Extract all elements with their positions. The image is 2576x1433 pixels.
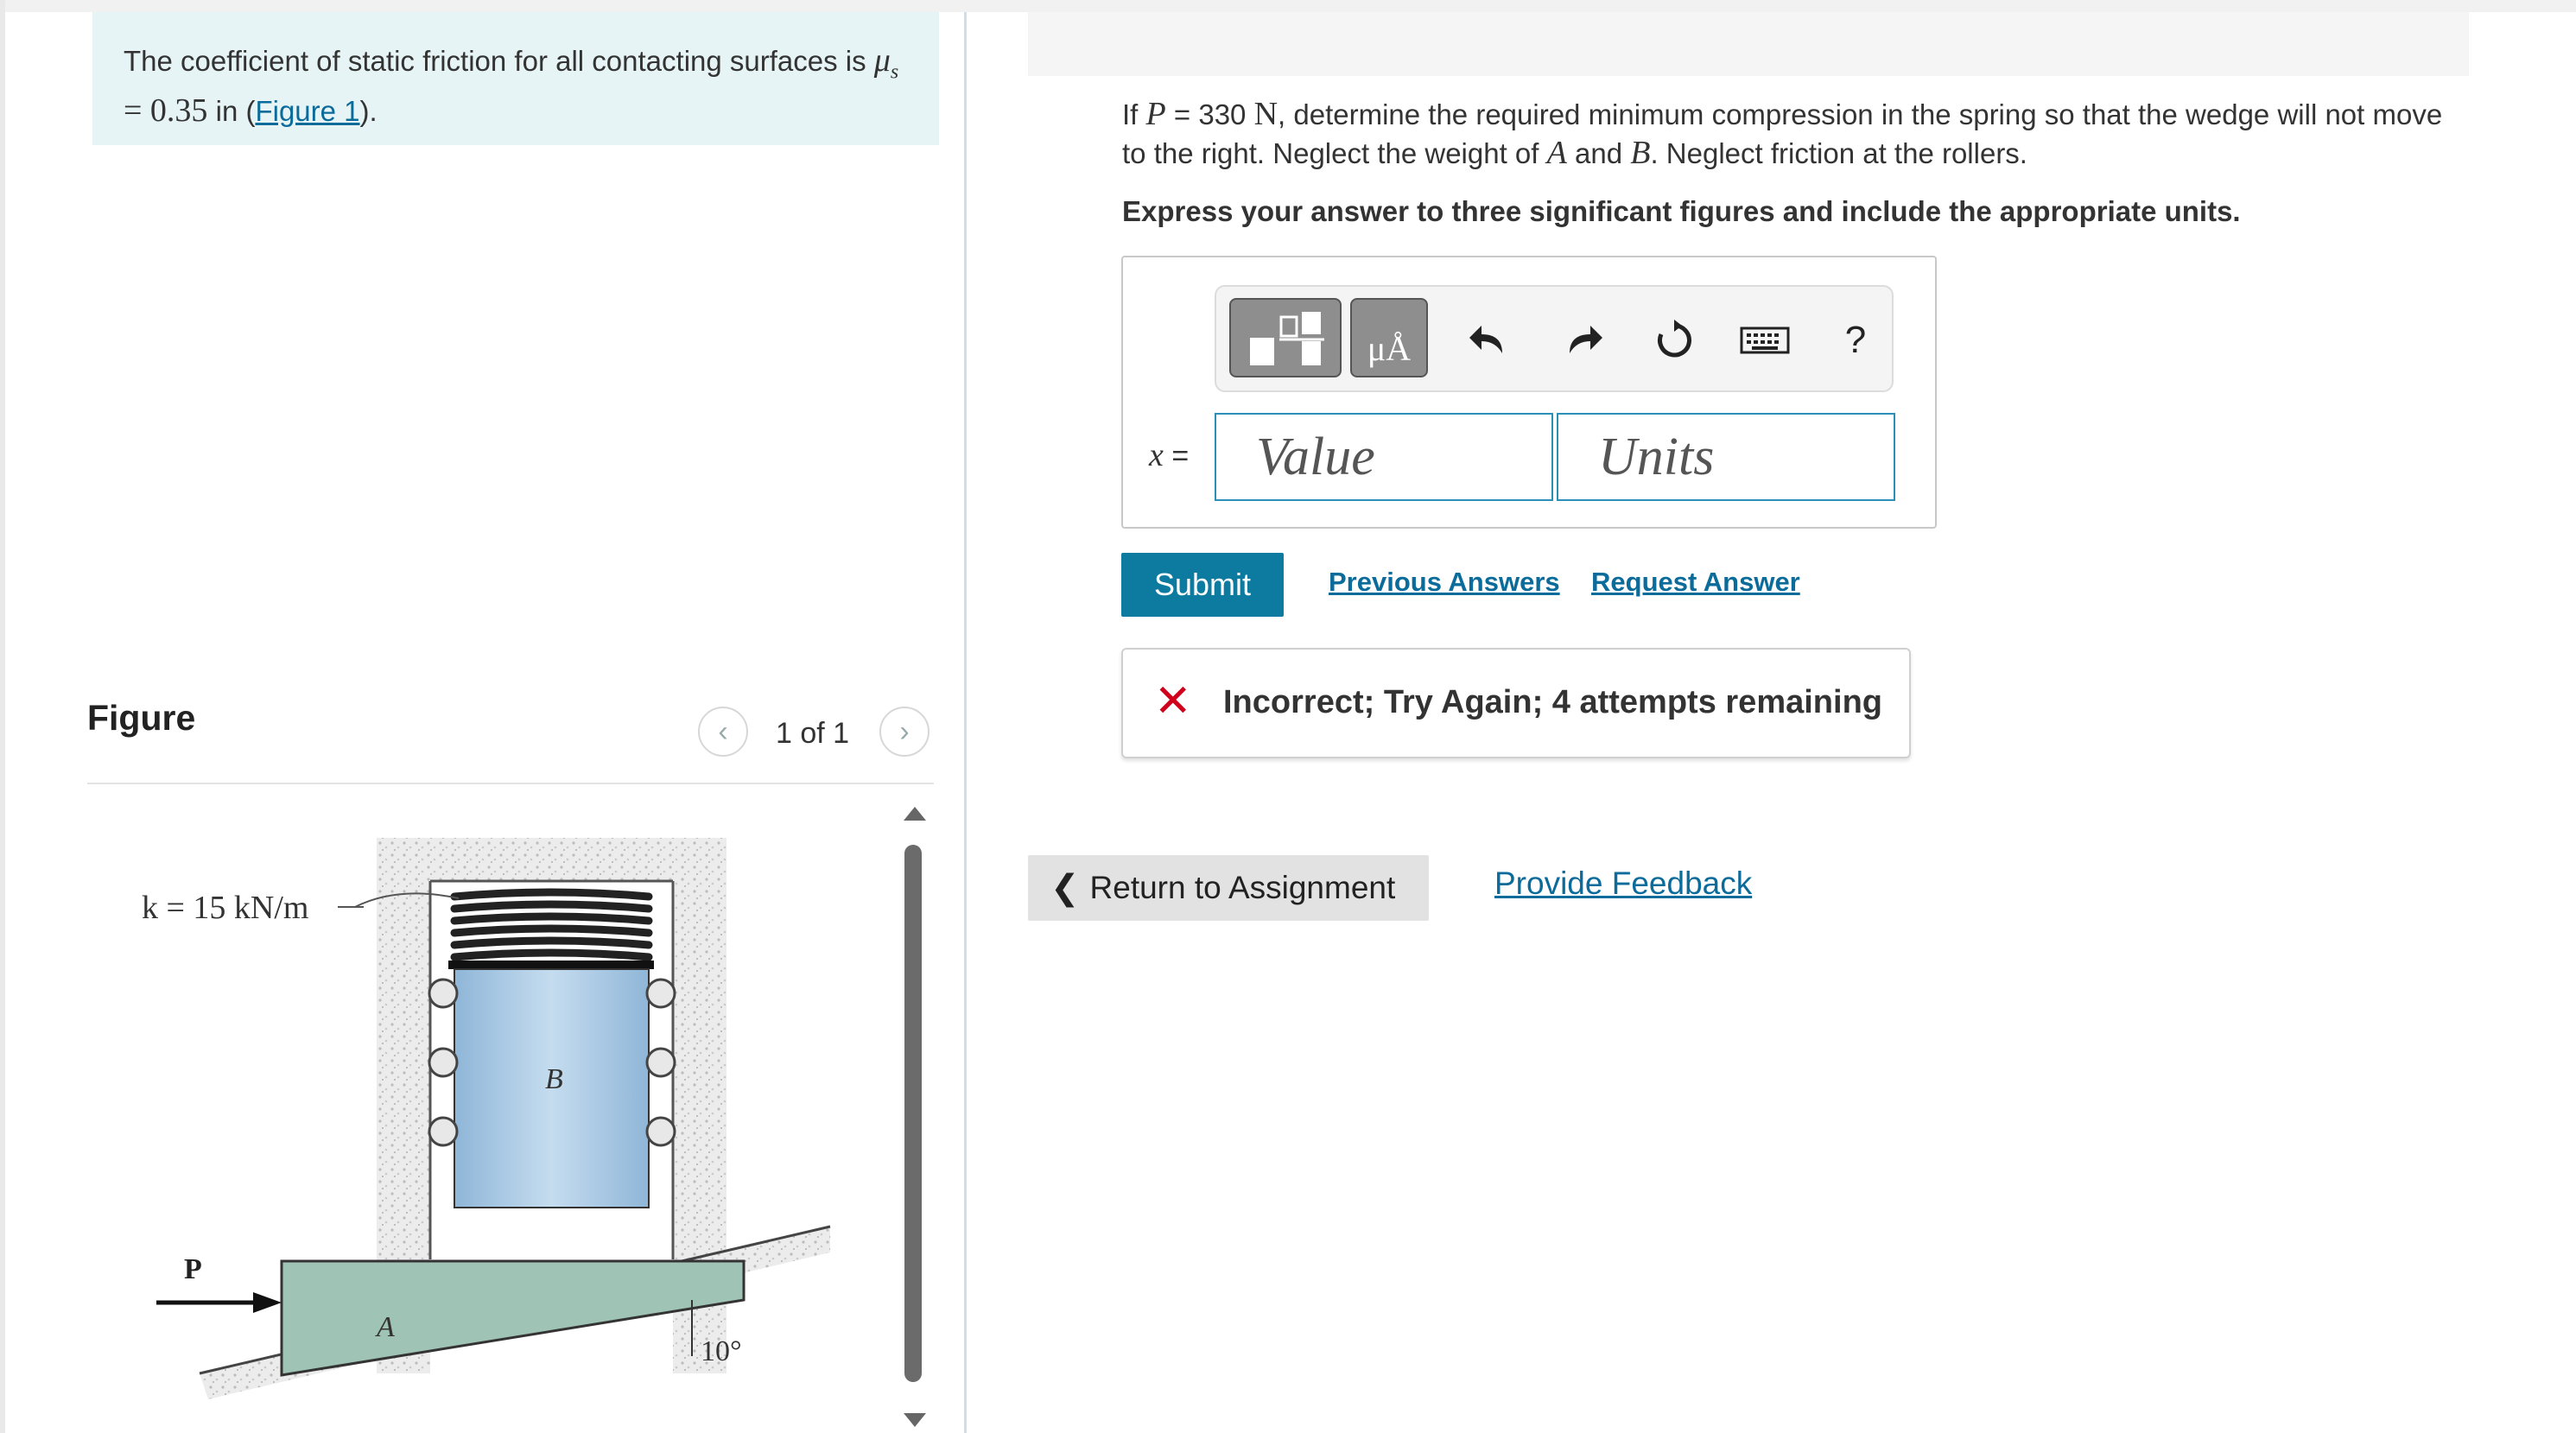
reset-button[interactable] [1652,320,1697,361]
help-button[interactable]: ? [1840,319,1871,361]
scroll-down-arrow[interactable] [904,1413,926,1427]
units-symbol-button[interactable]: μÅ [1350,298,1428,377]
label-a: A [375,1311,395,1343]
answer-instruction: Express your answer to three significant… [1122,195,2241,227]
chevron-left-icon: ❮ [1050,869,1080,907]
figure-pager: ‹ 1 of 1 › [698,707,940,760]
provide-feedback-link[interactable]: Provide Feedback [1494,866,1752,902]
x-mark-icon: ✕ [1154,676,1192,726]
figure-link[interactable]: Figure 1 [255,95,359,127]
return-to-assignment-button[interactable]: ❮ Return to Assignment [1028,855,1429,921]
spring-constant-label: k = 15 kN/m [142,890,309,926]
return-label: Return to Assignment [1089,870,1396,905]
previous-answers-link[interactable]: Previous Answers [1329,567,1560,598]
var-b: B [1630,135,1651,171]
submit-button[interactable]: Submit [1121,553,1284,617]
next-figure-button[interactable]: › [879,707,930,757]
undo-button[interactable] [1465,320,1510,361]
pager-count: 1 of 1 [776,717,850,750]
label-angle: 10° [701,1335,742,1367]
value-input[interactable]: Value [1215,413,1553,501]
redo-icon [1570,326,1602,353]
problem-text-end: ). [359,94,378,127]
unit-n: N [1253,96,1278,132]
var-a: A [1546,135,1567,171]
wedge-spring-figure: B k = 15 kN/m A P 10° [142,838,831,1399]
chevron-left-icon: ‹ [718,714,728,748]
answer-variable-label: x = [1149,437,1190,473]
request-answer-link[interactable]: Request Answer [1591,567,1800,598]
reset-icon [1658,320,1691,358]
panel-divider [964,12,967,1433]
label-b: B [545,1063,563,1095]
problem-text-in: in ( [215,94,256,127]
problem-text: The coefficient of static friction for a… [124,45,866,77]
chevron-right-icon: › [899,714,910,748]
problem-statement: The coefficient of static friction for a… [92,12,939,145]
keyboard-button[interactable] [1740,320,1790,361]
figure-panel: The coefficient of static friction for a… [5,12,966,1433]
templates-icon [1250,312,1324,365]
scroll-up-arrow[interactable] [904,807,926,821]
prev-figure-button[interactable]: ‹ [698,707,748,757]
label-p: P [184,1253,202,1285]
figure-scrollbar-thumb[interactable] [904,845,922,1382]
keyboard-icon [1740,327,1790,354]
question-text: If P = 330 N, determine the required min… [1122,96,2443,171]
figure-divider [87,783,934,784]
header-strip [1028,12,2469,76]
templates-button[interactable] [1229,298,1342,377]
redo-button[interactable] [1562,320,1607,361]
var-p: P [1145,96,1166,132]
feedback-message: Incorrect; Try Again; 4 attempts remaini… [1223,684,1882,720]
undo-icon [1469,326,1502,353]
top-border [0,0,2576,12]
figure-heading: Figure [87,698,196,738]
units-input[interactable]: Units [1557,413,1895,501]
